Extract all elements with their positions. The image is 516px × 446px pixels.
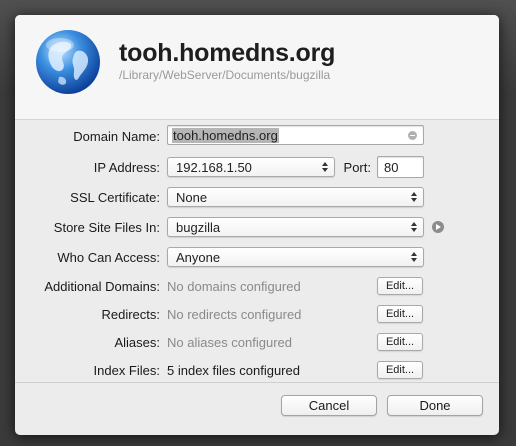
website-settings-sheet: tooh.homedns.org /Library/WebServer/Docu…	[15, 15, 499, 435]
store-site-files-value: bugzilla	[176, 220, 221, 235]
index-files-label: Index Files:	[93, 363, 160, 378]
site-path: /Library/WebServer/Documents/bugzilla	[119, 68, 331, 82]
store-site-files-label: Store Site Files In:	[53, 220, 160, 235]
reveal-arrow-icon[interactable]	[432, 221, 444, 233]
redirects-label: Redirects:	[101, 307, 160, 322]
redirects-value: No redirects configured	[167, 307, 302, 322]
ssl-certificate-value: None	[176, 190, 208, 205]
additional-domains-label: Additional Domains:	[44, 279, 160, 294]
up-down-arrows-icon	[411, 220, 418, 234]
store-site-files-popup[interactable]: bugzilla	[167, 217, 424, 237]
domain-name-value: tooh.homedns.org	[172, 128, 279, 143]
who-can-access-value: Anyone	[176, 250, 221, 265]
footer-divider	[15, 382, 499, 383]
site-title: tooh.homedns.org	[119, 39, 336, 67]
domain-name-field[interactable]: tooh.homedns.org	[167, 125, 424, 145]
additional-domains-value: No domains configured	[167, 279, 301, 294]
index-files-value: 5 index files configured	[167, 363, 300, 378]
globe-icon	[36, 30, 100, 94]
port-label: Port:	[343, 160, 371, 175]
port-field[interactable]: 80	[377, 156, 424, 178]
redirects-edit-button[interactable]: Edit...	[377, 305, 423, 323]
who-can-access-label: Who Can Access:	[57, 250, 160, 265]
domain-name-label: Domain Name:	[73, 129, 160, 144]
index-files-edit-button[interactable]: Edit...	[377, 361, 423, 379]
cancel-button[interactable]: Cancel	[281, 395, 377, 416]
aliases-edit-button[interactable]: Edit...	[377, 333, 423, 351]
ssl-certificate-popup[interactable]: None	[167, 187, 424, 207]
ip-address-label: IP Address:	[93, 160, 160, 175]
aliases-value: No aliases configured	[167, 335, 293, 350]
done-button[interactable]: Done	[387, 395, 483, 416]
additional-domains-edit-button[interactable]: Edit...	[377, 277, 423, 295]
up-down-arrows-icon	[411, 190, 418, 204]
who-can-access-popup[interactable]: Anyone	[167, 247, 424, 267]
ssl-certificate-label: SSL Certificate:	[70, 190, 160, 205]
sheet-header: tooh.homedns.org /Library/WebServer/Docu…	[15, 15, 499, 120]
up-down-arrows-icon	[411, 250, 418, 264]
port-value: 80	[384, 160, 399, 175]
aliases-label: Aliases:	[114, 335, 160, 350]
clear-field-icon[interactable]	[408, 131, 417, 140]
